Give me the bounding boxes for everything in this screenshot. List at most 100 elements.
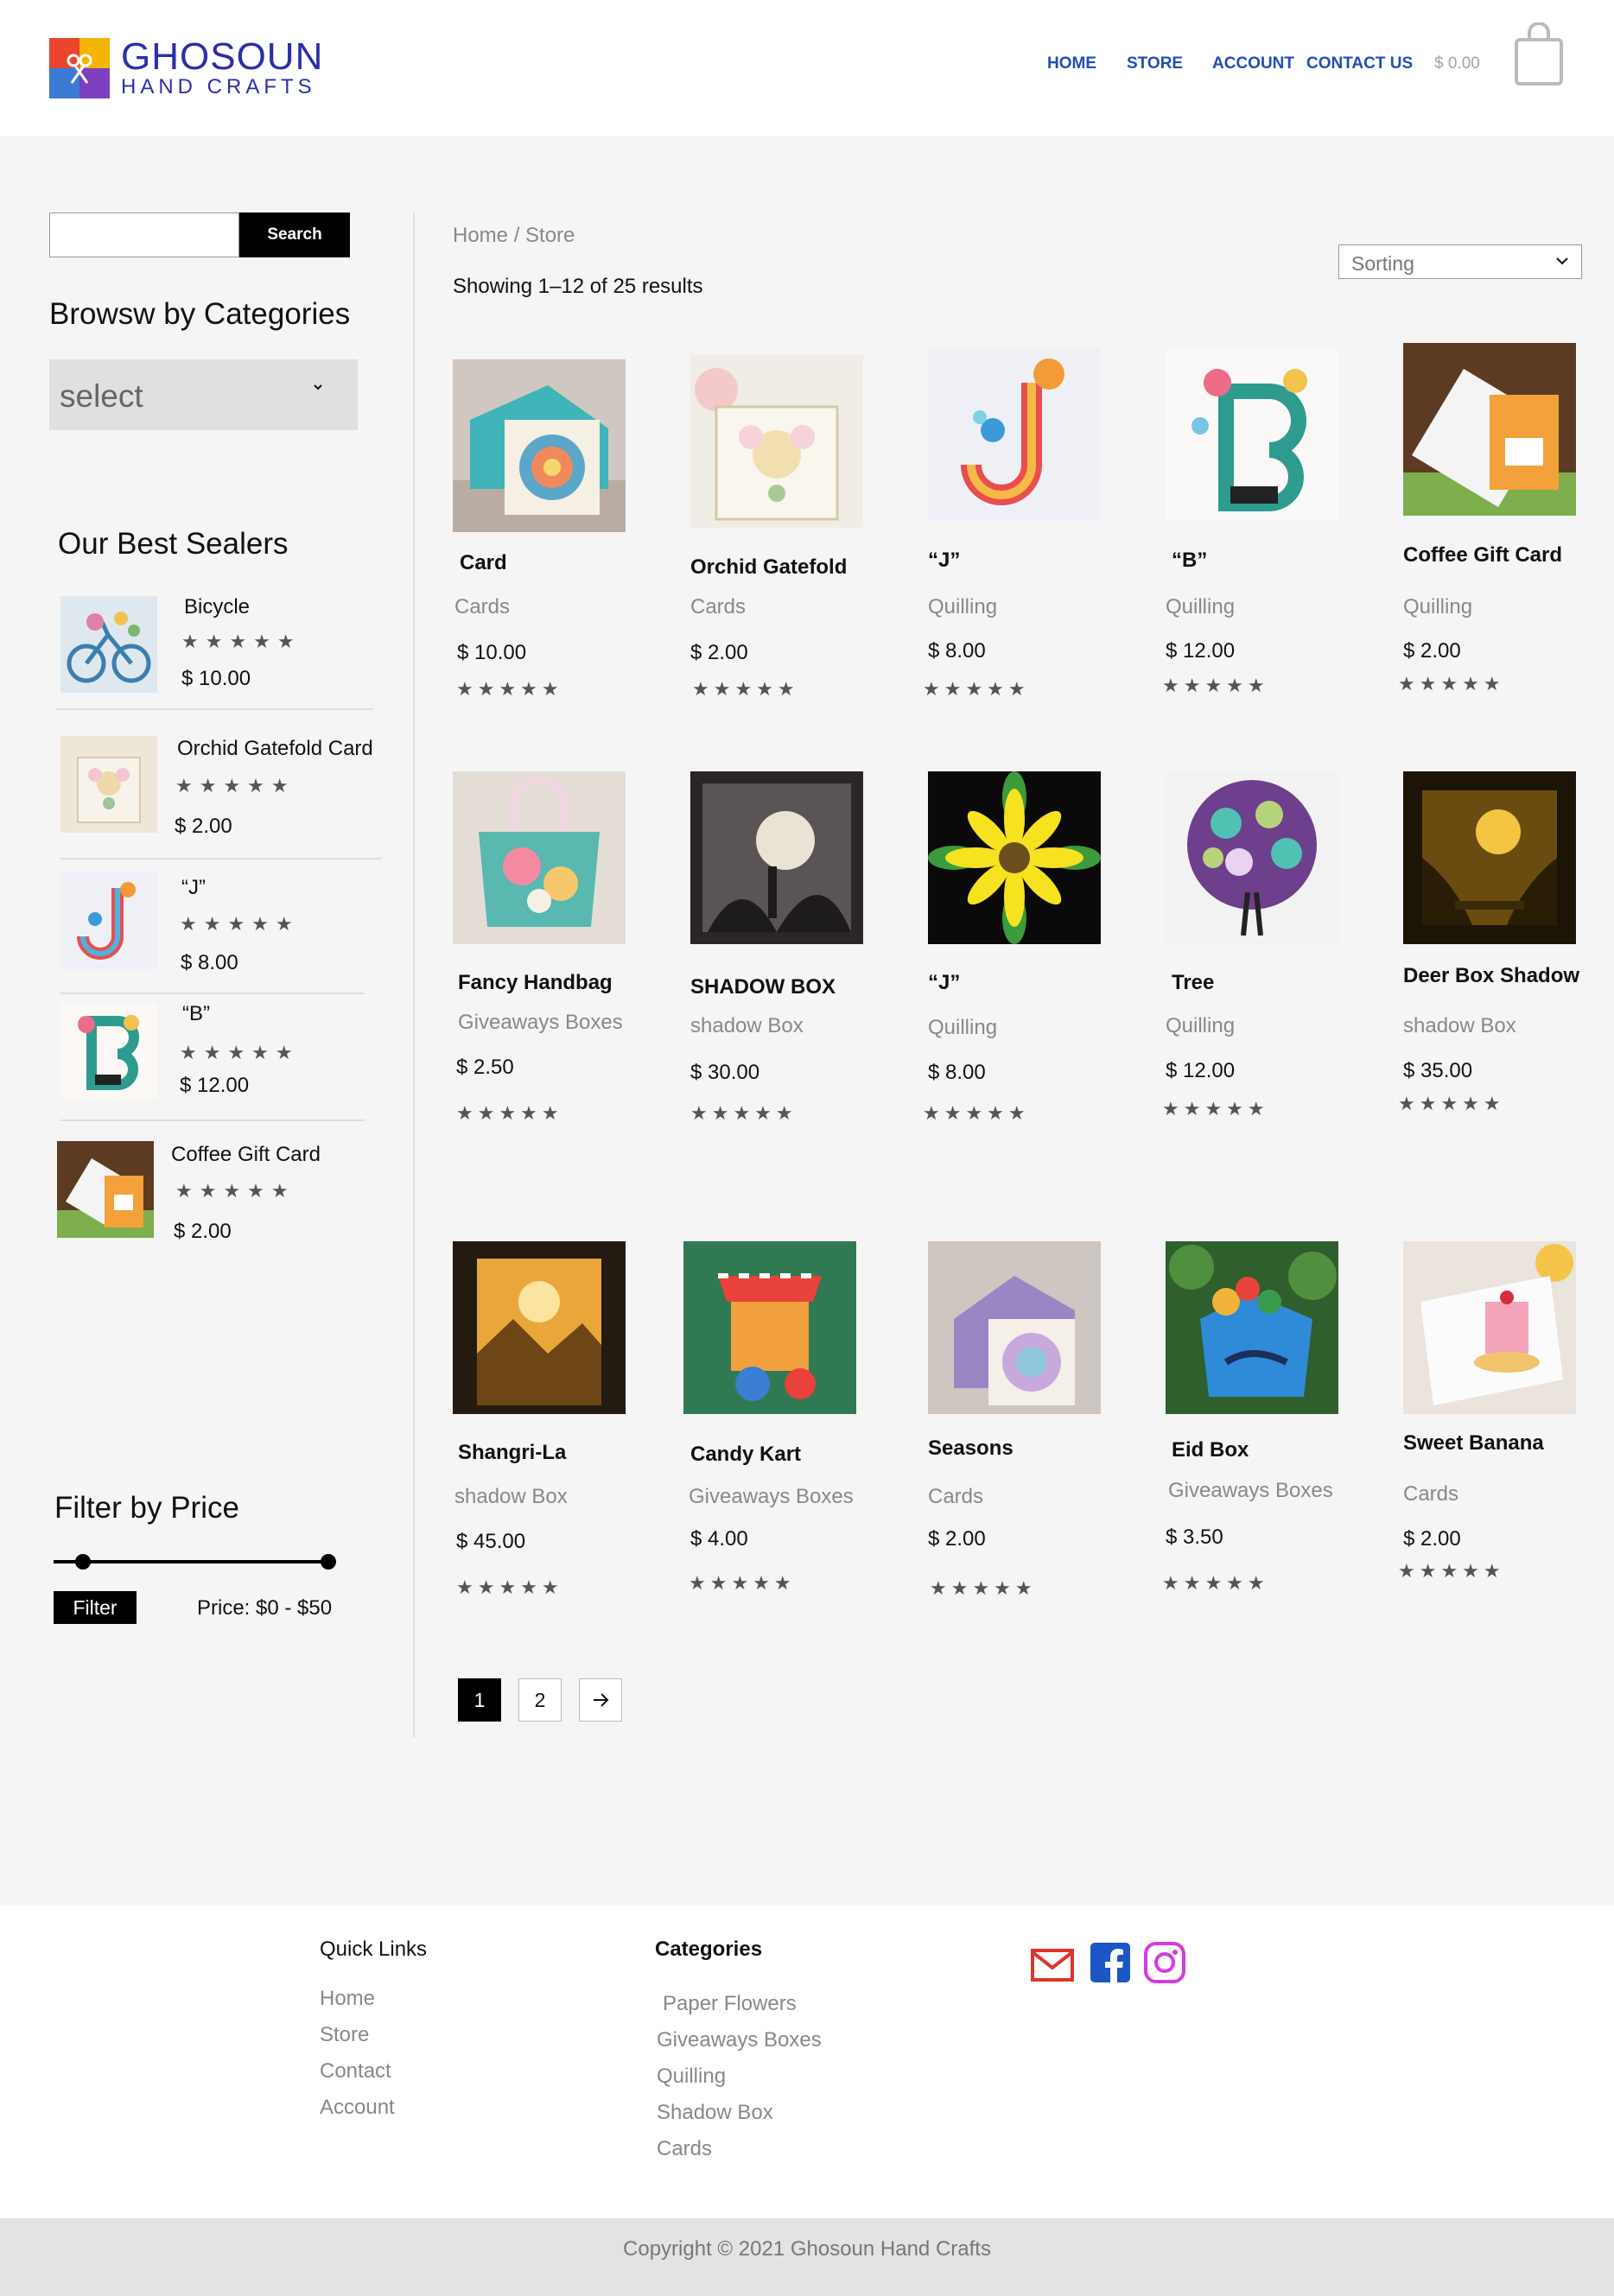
product-category[interactable]: Cards	[1403, 1482, 1458, 1506]
next-page-button[interactable]	[579, 1678, 622, 1722]
nav-contact[interactable]: CONTACT US	[1306, 54, 1413, 73]
product-category[interactable]: Quilling	[1403, 595, 1472, 619]
product-category[interactable]: Cards	[690, 595, 746, 619]
product-image[interactable]	[1403, 1241, 1576, 1414]
product-category[interactable]: Quilling	[1166, 595, 1235, 619]
product-image[interactable]	[453, 359, 626, 532]
best-seller-name[interactable]: “J”	[181, 876, 206, 900]
product-category[interactable]: Quilling	[1166, 1014, 1235, 1038]
page-2-button[interactable]: 2	[518, 1678, 562, 1722]
divider	[55, 708, 373, 710]
orchid-card-thumbnail[interactable]	[60, 736, 157, 833]
product-image[interactable]	[690, 355, 863, 528]
product-category[interactable]: shadow Box	[454, 1485, 568, 1509]
coffee-card-thumbnail[interactable]	[57, 1141, 154, 1238]
divider	[60, 993, 365, 994]
product-image[interactable]	[928, 771, 1101, 944]
sorting-select[interactable]: Sorting	[1338, 244, 1582, 279]
star-rating: ★★★★★	[181, 631, 302, 652]
footer-category-cards[interactable]: Cards	[657, 2137, 712, 2161]
product-name[interactable]: “J”	[928, 549, 960, 573]
product-name[interactable]: Fancy Handbag	[458, 971, 613, 995]
product-image[interactable]	[928, 1241, 1101, 1414]
product-image[interactable]	[928, 348, 1101, 521]
logo-icon[interactable]	[49, 38, 110, 98]
product-price: $ 3.50	[1166, 1525, 1223, 1549]
star-rating: ★★★★★	[175, 775, 295, 796]
product-name[interactable]: Seasons	[928, 1437, 1014, 1461]
product-name[interactable]: Tree	[1172, 971, 1214, 995]
email-icon[interactable]	[1030, 1944, 1075, 1985]
shopping-bag-icon[interactable]	[1514, 22, 1564, 86]
search-input[interactable]	[49, 212, 239, 257]
product-name[interactable]: Eid Box	[1172, 1438, 1249, 1462]
footer-category-giveaways[interactable]: Giveaways Boxes	[657, 2028, 822, 2052]
product-category[interactable]: Cards	[454, 595, 510, 619]
product-name[interactable]: Deer Box Shadow	[1403, 964, 1579, 988]
letter-b-thumbnail[interactable]	[60, 1002, 157, 1099]
product-name[interactable]: Orchid Gatefold	[690, 555, 847, 580]
price-slider-track[interactable]	[54, 1560, 330, 1563]
best-seller-name[interactable]: Bicycle	[184, 595, 250, 619]
footer-category-quilling[interactable]: Quilling	[657, 2064, 726, 2089]
product-price: $ 4.00	[690, 1527, 748, 1551]
star-rating: ★★★★★	[923, 1102, 1030, 1124]
product-image[interactable]	[1166, 771, 1338, 944]
product-name[interactable]: “B”	[1172, 549, 1207, 573]
product-image[interactable]	[1166, 348, 1338, 521]
product-image[interactable]	[1166, 1241, 1338, 1414]
product-category[interactable]: Quilling	[928, 1016, 997, 1040]
product-price: $ 2.50	[456, 1056, 514, 1079]
footer-link-contact[interactable]: Contact	[320, 2059, 391, 2084]
product-image[interactable]	[1403, 343, 1576, 516]
search-button[interactable]: Search	[239, 212, 350, 257]
star-rating: ★★★★★	[1162, 675, 1269, 696]
footer-category-shadow-box[interactable]: Shadow Box	[657, 2101, 773, 2125]
product-category[interactable]: shadow Box	[1403, 1014, 1516, 1038]
product-category[interactable]: Giveaways Boxes	[458, 1011, 623, 1035]
footer-category-paper-flowers[interactable]: Paper Flowers	[663, 1992, 797, 2016]
sidebar-divider	[413, 212, 415, 1737]
product-name[interactable]: Candy Kart	[690, 1443, 801, 1467]
product-name[interactable]: Shangri-La	[458, 1441, 566, 1465]
best-seller-name[interactable]: “B”	[182, 1002, 210, 1026]
product-image[interactable]	[683, 1241, 856, 1414]
product-image[interactable]	[690, 771, 863, 944]
breadcrumb[interactable]: Home / Store	[453, 224, 575, 248]
footer-link-store[interactable]: Store	[320, 2023, 369, 2047]
product-name[interactable]: “J”	[928, 971, 960, 995]
product-category[interactable]: Cards	[928, 1485, 983, 1509]
instagram-icon[interactable]	[1142, 1942, 1187, 1983]
footer-link-account[interactable]: Account	[320, 2096, 395, 2120]
product-category[interactable]: shadow Box	[690, 1014, 804, 1038]
letter-j-thumbnail[interactable]	[60, 872, 157, 969]
product-image[interactable]	[453, 771, 626, 944]
facebook-icon[interactable]	[1089, 1942, 1134, 1983]
product-name[interactable]: Sweet Banana	[1403, 1431, 1544, 1456]
product-category[interactable]: Giveaways Boxes	[689, 1485, 854, 1509]
product-price: $ 2.00	[1403, 639, 1461, 663]
product-image[interactable]	[1403, 771, 1576, 944]
nav-home[interactable]: HOME	[1047, 54, 1096, 73]
logo-text[interactable]: GHOSOUN HAND CRAFTS	[121, 38, 323, 98]
nav-account[interactable]: ACCOUNT	[1212, 54, 1294, 73]
nav-store[interactable]: STORE	[1127, 54, 1183, 73]
price-slider-max-handle[interactable]	[321, 1554, 336, 1570]
category-select[interactable]: select	[49, 359, 358, 430]
product-price: $ 12.00	[1166, 1059, 1236, 1082]
price-slider-min-handle[interactable]	[75, 1554, 91, 1570]
best-seller-price: $ 2.00	[174, 1220, 232, 1243]
product-name[interactable]: SHADOW BOX	[690, 975, 836, 999]
product-image[interactable]	[453, 1241, 626, 1414]
footer-link-home[interactable]: Home	[320, 1987, 375, 2011]
bicycle-thumbnail[interactable]	[60, 596, 157, 693]
best-seller-name[interactable]: Coffee Gift Card	[171, 1143, 321, 1167]
product-category[interactable]: Giveaways Boxes	[1168, 1479, 1333, 1503]
star-rating: ★★★★★	[930, 1577, 1037, 1599]
product-category[interactable]: Quilling	[928, 595, 997, 619]
product-name[interactable]: Coffee Gift Card	[1403, 543, 1562, 568]
page-1-button[interactable]: 1	[458, 1678, 501, 1722]
best-seller-name[interactable]: Orchid Gatefold Card	[177, 737, 373, 761]
product-name[interactable]: Card	[460, 551, 507, 575]
filter-button[interactable]: Filter	[54, 1591, 137, 1624]
